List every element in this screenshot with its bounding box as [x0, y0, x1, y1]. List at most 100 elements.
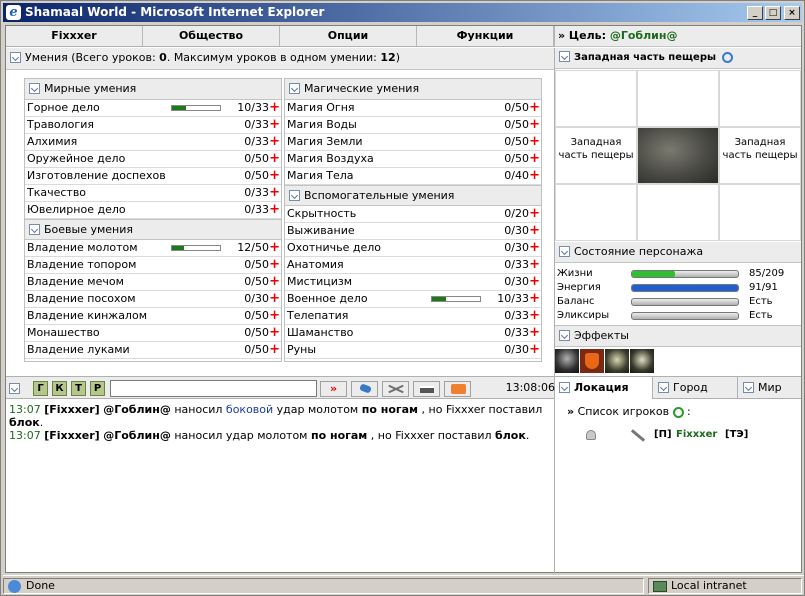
collapse-icon[interactable]: [29, 82, 40, 94]
emote-button[interactable]: [351, 381, 378, 397]
skill-row: Руны 0/30 +: [285, 342, 541, 359]
add-lesson-icon[interactable]: +: [269, 185, 280, 201]
player-name[interactable]: Fixxxer: [676, 426, 717, 444]
tab-world[interactable]: Мир: [739, 377, 801, 399]
skill-value: 12/50: [237, 241, 269, 254]
shield-effect-icon[interactable]: [580, 349, 604, 373]
collapse-icon[interactable]: [289, 82, 300, 94]
tab-society[interactable]: Общество: [143, 26, 280, 46]
skill-row: Горное дело 10/33 +: [25, 100, 281, 117]
add-lesson-icon[interactable]: +: [529, 100, 540, 116]
add-lesson-icon[interactable]: +: [529, 223, 540, 239]
ghost-effect-icon[interactable]: [630, 349, 654, 373]
chat-clan-button[interactable]: К: [52, 381, 67, 396]
collapse-icon[interactable]: [559, 245, 570, 257]
tab-location[interactable]: Локация: [555, 377, 653, 399]
add-lesson-icon[interactable]: +: [269, 308, 280, 324]
send-button[interactable]: »: [320, 381, 347, 397]
collapse-icon: [658, 381, 669, 393]
collapse-icon[interactable]: [559, 329, 570, 341]
add-lesson-icon[interactable]: +: [269, 151, 280, 167]
add-lesson-icon[interactable]: +: [269, 325, 280, 341]
add-lesson-icon[interactable]: +: [529, 325, 540, 341]
skill-value: 0/33: [504, 309, 529, 322]
chat-author[interactable]: [Fixxxer]: [44, 429, 100, 442]
add-lesson-icon[interactable]: +: [269, 117, 280, 133]
map-cell[interactable]: [555, 184, 637, 241]
collapse-icon[interactable]: [289, 189, 300, 201]
chat-author[interactable]: [Fixxxer]: [44, 403, 100, 416]
skill-name: Ткачество: [27, 186, 87, 199]
refresh-icon[interactable]: [672, 406, 684, 418]
inventory-button[interactable]: [444, 381, 471, 397]
collapse-icon[interactable]: [29, 223, 40, 235]
add-lesson-icon[interactable]: +: [529, 274, 540, 290]
state-row: Жизни 85/209: [557, 267, 787, 280]
aux-header[interactable]: Вспомогательные умения: [285, 185, 541, 206]
add-lesson-icon[interactable]: +: [529, 240, 540, 256]
add-lesson-icon[interactable]: +: [269, 291, 280, 307]
tab-city[interactable]: Город: [654, 377, 738, 399]
skill-value: 0/33: [244, 203, 269, 216]
map-cell[interactable]: [637, 70, 719, 127]
add-lesson-icon[interactable]: +: [529, 134, 540, 150]
map-cell[interactable]: [719, 70, 801, 127]
add-lesson-icon[interactable]: +: [529, 117, 540, 133]
add-lesson-icon[interactable]: +: [529, 206, 540, 222]
skill-value: 0/30: [504, 224, 529, 237]
add-lesson-icon[interactable]: +: [269, 100, 280, 116]
magic-header[interactable]: Магические умения: [285, 79, 541, 100]
minimize-button[interactable]: _: [747, 6, 763, 20]
add-lesson-icon[interactable]: +: [269, 134, 280, 150]
skill-value: 0/40: [504, 169, 529, 182]
map-cell[interactable]: [555, 70, 637, 127]
hood-effect-icon[interactable]: [555, 349, 579, 373]
skill-row: Скрытность 0/20 +: [285, 206, 541, 223]
add-lesson-icon[interactable]: +: [529, 291, 540, 307]
combat-header[interactable]: Боевые умения: [25, 219, 281, 240]
chat-trade-button[interactable]: Т: [71, 381, 86, 396]
tab-options[interactable]: Опции: [280, 26, 417, 46]
collapse-icon[interactable]: [9, 383, 20, 394]
map-cell[interactable]: [719, 184, 801, 241]
add-lesson-icon[interactable]: +: [269, 274, 280, 290]
chat-clock: 13:08:06: [505, 381, 555, 394]
skill-progress-bar: [431, 296, 481, 302]
add-lesson-icon[interactable]: +: [269, 168, 280, 184]
add-lesson-icon[interactable]: +: [529, 168, 540, 184]
skill-name: Владение молотом: [27, 241, 138, 254]
map-west-cell[interactable]: Западная часть пещеры: [555, 127, 637, 184]
chat-target[interactable]: @Гоблин@: [103, 429, 171, 442]
skull-effect-icon[interactable]: [605, 349, 629, 373]
add-lesson-icon[interactable]: +: [269, 240, 280, 256]
map-east-cell[interactable]: Западная часть пещеры: [719, 127, 801, 184]
state-header: Состояние персонажа: [555, 242, 801, 263]
close-button[interactable]: ×: [784, 6, 800, 20]
add-lesson-icon[interactable]: +: [529, 257, 540, 273]
chat-target[interactable]: @Гоблин@: [103, 403, 171, 416]
chat-general-button[interactable]: Г: [33, 381, 48, 396]
weapons-button[interactable]: [382, 381, 409, 397]
skill-name: Владение луками: [27, 343, 130, 356]
tab-functions[interactable]: Функции: [417, 26, 554, 46]
target-name[interactable]: @Гоблин@: [610, 29, 678, 42]
print-button[interactable]: [413, 381, 440, 397]
add-lesson-icon[interactable]: +: [269, 257, 280, 273]
add-lesson-icon[interactable]: +: [269, 342, 280, 358]
add-lesson-icon[interactable]: +: [529, 151, 540, 167]
add-lesson-icon[interactable]: +: [269, 202, 280, 218]
add-lesson-icon[interactable]: +: [529, 342, 540, 358]
chat-party-button[interactable]: Р: [90, 381, 105, 396]
magnifier-icon[interactable]: [721, 51, 733, 63]
tab-character[interactable]: Fixxxer: [6, 26, 143, 46]
map-cell[interactable]: [637, 184, 719, 241]
peaceful-header[interactable]: Мирные умения: [25, 79, 281, 100]
add-lesson-icon[interactable]: +: [529, 308, 540, 324]
collapse-icon[interactable]: [559, 50, 570, 62]
player-list-title: Список игроков: [577, 405, 670, 418]
skill-value: 0/33: [244, 135, 269, 148]
maximize-button[interactable]: □: [765, 6, 781, 20]
player-entry[interactable]: [П] Fixxxer [ТЭ]: [582, 426, 797, 444]
chat-input[interactable]: [110, 380, 317, 397]
collapse-icon[interactable]: [10, 51, 21, 63]
